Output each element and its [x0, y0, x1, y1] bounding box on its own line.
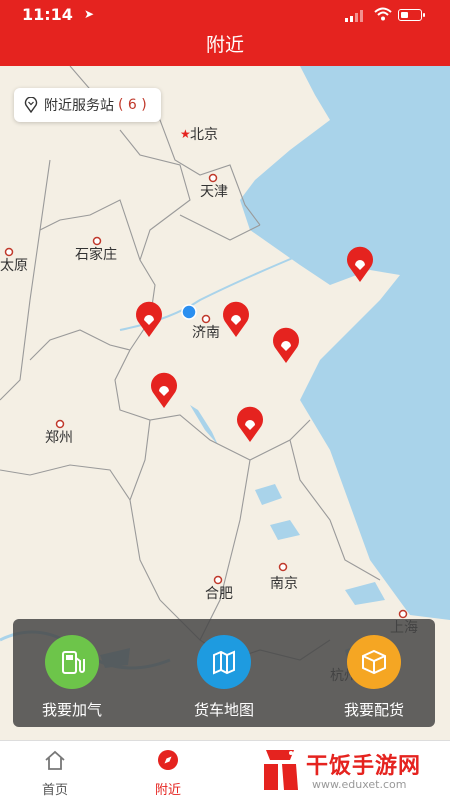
tab-nearby-label: 附近 — [154, 783, 181, 798]
location-arrow-icon: ➤ — [84, 7, 95, 21]
city-label: 太原 — [0, 258, 28, 274]
compass-icon — [158, 750, 178, 770]
watermark: 干饭手游网 www.eduxet.com — [254, 742, 450, 800]
city-label: 天津 — [200, 184, 228, 200]
page-title: 附近 — [205, 34, 244, 56]
city-label: 郑州 — [45, 430, 73, 446]
tab-home[interactable]: 首页 — [15, 749, 95, 798]
status-time: 11:14 — [22, 5, 73, 24]
watermark-logo — [264, 750, 298, 790]
request-gas-label: 我要加气 — [41, 701, 102, 719]
tab-home-label: 首页 — [41, 783, 68, 798]
nearby-stations-label: 附近服务站 — [44, 98, 114, 114]
city-label: 合肥 — [205, 586, 233, 602]
city-label: 济南 — [192, 325, 220, 341]
current-location-dot — [181, 304, 197, 320]
battery-icon — [398, 9, 425, 21]
nearby-stations-count: ( 6 ) — [118, 97, 147, 113]
truck-map-label: 货车地图 — [193, 701, 254, 719]
nearby-stations-chip[interactable]: 附近服务站 ( 6 ) — [14, 88, 161, 122]
station-pin-icon — [24, 97, 38, 113]
package-icon — [347, 635, 401, 689]
action-panel: 我要加气 货车地图 我要配货 — [13, 619, 435, 727]
wifi-icon — [374, 7, 392, 21]
watermark-url: www.eduxet.com — [312, 778, 407, 791]
request-freight-label: 我要配货 — [343, 701, 404, 719]
nav-bar: 附近 — [0, 30, 450, 66]
watermark-brand: 干饭手游网 — [306, 754, 422, 779]
truck-map-button[interactable]: 货车地图 — [169, 635, 279, 720]
gas-pump-icon — [45, 635, 99, 689]
city-label: 南京 — [270, 576, 298, 592]
status-bar: 11:14 ➤ — [0, 0, 450, 30]
cellular-signal-icon — [345, 10, 365, 22]
map-icon — [197, 635, 251, 689]
city-label: 北京 — [190, 127, 218, 143]
request-gas-button[interactable]: 我要加气 — [17, 635, 127, 720]
city-label: 石家庄 — [75, 246, 117, 263]
tab-nearby[interactable]: 附近 — [128, 749, 208, 798]
request-freight-button[interactable]: 我要配货 — [319, 635, 429, 720]
home-icon — [45, 750, 65, 770]
